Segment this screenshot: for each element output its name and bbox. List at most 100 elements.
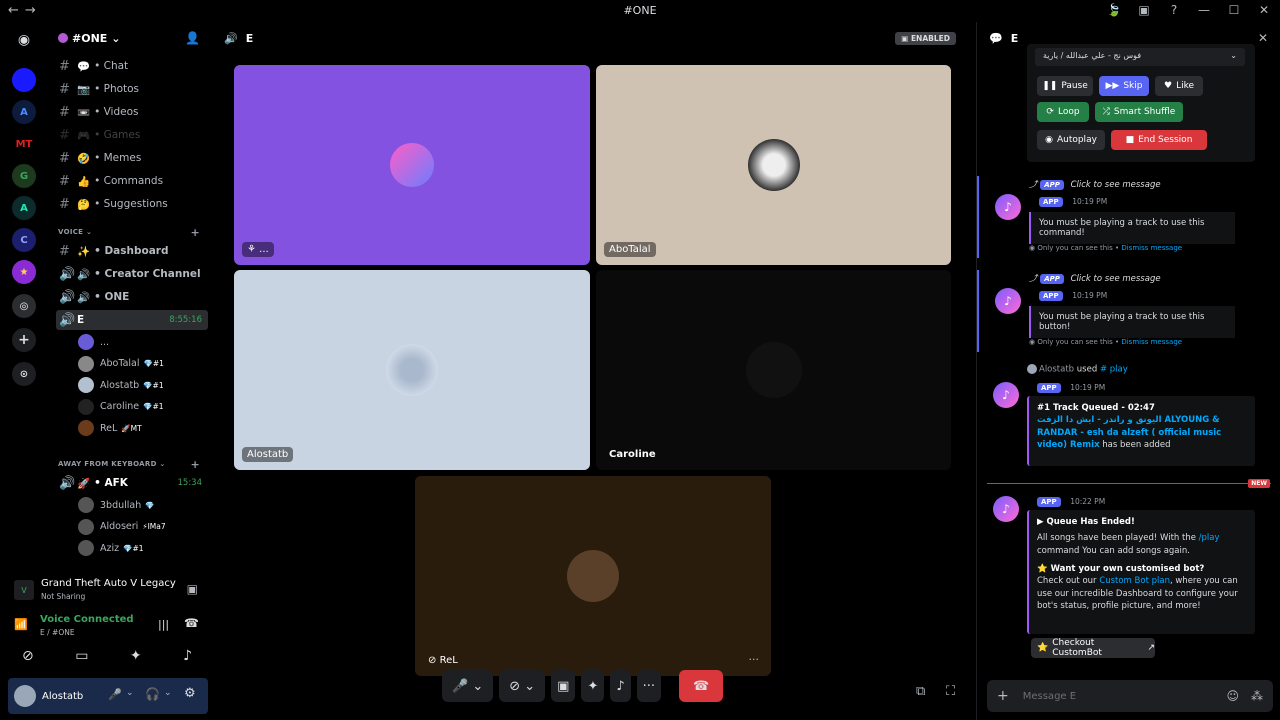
dismiss-link[interactable]: Dismiss message: [1121, 338, 1182, 346]
voice-user[interactable]: 3bdullah 💎: [78, 495, 208, 515]
server-icon[interactable]: ★: [12, 260, 36, 284]
help-icon[interactable]: ?: [1166, 3, 1182, 17]
close-icon[interactable]: ✕: [1258, 31, 1268, 45]
video-tile[interactable]: Alostatb: [234, 270, 590, 470]
add-channel-icon[interactable]: +: [190, 458, 200, 471]
custom-bot-link[interactable]: Custom Bot plan: [1099, 576, 1170, 586]
voice-user[interactable]: Aldoseri ⚡IMa7: [78, 517, 208, 537]
noise-suppression-icon[interactable]: |||: [158, 618, 169, 631]
activity-card[interactable]: V Grand Theft Auto V Legacy Not Sharing …: [14, 578, 204, 604]
voice-status-channel[interactable]: E / #ONE: [40, 628, 75, 637]
close-icon[interactable]: ✕: [1256, 3, 1272, 17]
screen-share-button[interactable]: ▣: [551, 670, 576, 702]
mic-icon[interactable]: 🎤: [108, 688, 122, 701]
text-channel[interactable]: # 💬 • Chat: [56, 56, 208, 76]
server-icon[interactable]: A: [12, 196, 36, 220]
voice-channel[interactable]: 🔊 E 8:55:16: [56, 310, 208, 330]
smart-shuffle-button[interactable]: ⤮ Smart Shuffle: [1095, 102, 1183, 122]
voice-channel[interactable]: 🔊 🔊 • Creator Channel: [56, 264, 208, 284]
message-input[interactable]: + Message E ☺ ⁂: [987, 680, 1273, 712]
text-channel[interactable]: # 🎮 • Games: [56, 125, 208, 145]
bot-avatar[interactable]: ♪: [993, 496, 1019, 522]
chevron-down-icon[interactable]: ⌄: [126, 688, 134, 698]
reply-reference[interactable]: ⤴ APP Click to see message: [1029, 178, 1161, 190]
discover-icon[interactable]: ⊙: [12, 362, 36, 386]
maximize-icon[interactable]: ☐: [1226, 3, 1242, 17]
afk-category[interactable]: AWAY FROM KEYBOARD ⌄ +: [58, 458, 208, 471]
voice-status-label[interactable]: Voice Connected: [40, 614, 134, 625]
server-icon[interactable]: ◎: [12, 294, 36, 318]
headphones-icon[interactable]: 🎧: [145, 687, 160, 701]
invite-icon[interactable]: 👤: [185, 31, 200, 45]
voice-user[interactable]: AboTalal 💎#1: [78, 354, 208, 374]
disconnect-button[interactable]: ☎: [679, 670, 724, 702]
soundboard-icon[interactable]: ♪: [183, 648, 192, 664]
video-tile[interactable]: ⚘ ...: [234, 65, 590, 265]
end-session-button[interactable]: ■ End Session: [1111, 130, 1207, 150]
command-reference[interactable]: Alostatb used # play: [1027, 364, 1128, 375]
bot-avatar[interactable]: ♪: [995, 288, 1021, 314]
server-icon[interactable]: G: [12, 164, 36, 188]
add-channel-icon[interactable]: +: [190, 226, 200, 239]
screen-share-icon[interactable]: ▣: [187, 582, 198, 596]
text-channel[interactable]: # 👍 • Commands: [56, 171, 208, 191]
apps-icon[interactable]: ⁂: [1251, 689, 1263, 703]
inbox-icon[interactable]: ▣: [1136, 3, 1152, 17]
camera-off-icon[interactable]: ⊘: [22, 648, 34, 664]
popout-icon[interactable]: ⧉: [916, 684, 925, 699]
pause-button[interactable]: ❚❚ Pause: [1037, 76, 1093, 96]
server-icon[interactable]: MT: [12, 132, 36, 156]
server-icon[interactable]: [12, 68, 36, 92]
fullscreen-icon[interactable]: ⛶: [946, 684, 955, 699]
add-server-icon[interactable]: +: [12, 328, 36, 352]
bot-avatar[interactable]: ♪: [995, 194, 1021, 220]
voice-channel-afk[interactable]: 🔊 🚀 • AFK 15:34: [56, 473, 208, 493]
mic-button[interactable]: 🎤 ⌄: [442, 670, 494, 702]
text-channel[interactable]: # 🤔 • Suggestions: [56, 194, 208, 214]
more-button[interactable]: ···: [636, 670, 662, 702]
add-attachment-icon[interactable]: +: [997, 688, 1009, 704]
voice-channel[interactable]: # ✨ • Dashboard: [56, 241, 208, 261]
settings-gear-icon[interactable]: ⚙: [184, 686, 196, 701]
more-icon[interactable]: ···: [749, 653, 760, 666]
voice-user[interactable]: Aziz 💎#1: [78, 538, 208, 558]
bot-avatar[interactable]: ♪: [993, 382, 1019, 408]
hash-icon: #: [59, 104, 70, 120]
like-button[interactable]: ♥ Like: [1155, 76, 1203, 96]
activities-icon[interactable]: ✦: [130, 648, 142, 664]
camera-button[interactable]: ⊘ ⌄: [499, 670, 546, 702]
voice-category[interactable]: VOICE ⌄ +: [58, 226, 208, 239]
voice-channel[interactable]: 🔊 🔊 • ONE: [56, 287, 208, 307]
soundboard-button[interactable]: ♪: [610, 670, 631, 702]
video-tile[interactable]: AboTalal: [596, 65, 951, 265]
autoplay-button[interactable]: ◉ Autoplay: [1037, 130, 1105, 150]
voice-user[interactable]: ReL 🚀MT: [78, 418, 208, 438]
server-icon[interactable]: C: [12, 228, 36, 252]
voice-user[interactable]: Alostatb 💎#1: [78, 375, 208, 395]
track-select[interactable]: فوس نج - علي عبدالله / يارية ⌄: [1035, 48, 1245, 66]
emoji-icon[interactable]: ☺: [1226, 689, 1239, 703]
minimize-icon[interactable]: —: [1196, 3, 1212, 17]
skip-button[interactable]: ▶▶ Skip: [1099, 76, 1149, 96]
video-tile[interactable]: Caroline: [596, 270, 951, 470]
activities-button[interactable]: ✦: [581, 670, 605, 702]
text-channel[interactable]: # 🤣 • Memes: [56, 148, 208, 168]
dismiss-link[interactable]: Dismiss message: [1121, 244, 1182, 252]
text-channel[interactable]: # 📼 • Videos: [56, 102, 208, 122]
voice-user[interactable]: ...: [78, 332, 208, 352]
avatar[interactable]: [14, 685, 36, 707]
checkout-custombot-button[interactable]: ⭐ Checkout CustomBot ↗: [1031, 638, 1155, 658]
disconnect-icon[interactable]: ☎: [184, 616, 199, 630]
server-header[interactable]: #ONE ⌄ 👤: [48, 22, 210, 54]
reply-reference[interactable]: ⤴ APP Click to see message: [1029, 272, 1161, 284]
chevron-down-icon[interactable]: ⌄: [164, 688, 172, 698]
voice-user[interactable]: Caroline 💎#1: [78, 397, 208, 417]
screen-share-icon[interactable]: ▭: [75, 648, 88, 664]
username[interactable]: Alostatb: [42, 691, 83, 702]
discord-home-icon[interactable]: ◉: [12, 28, 36, 52]
leaf-icon[interactable]: 🍃: [1106, 3, 1122, 17]
server-icon[interactable]: A: [12, 100, 36, 124]
text-channel[interactable]: # 📷 • Photos: [56, 79, 208, 99]
video-tile[interactable]: ⊘ ReL ···: [415, 476, 771, 676]
loop-button[interactable]: ⟳ Loop: [1037, 102, 1089, 122]
